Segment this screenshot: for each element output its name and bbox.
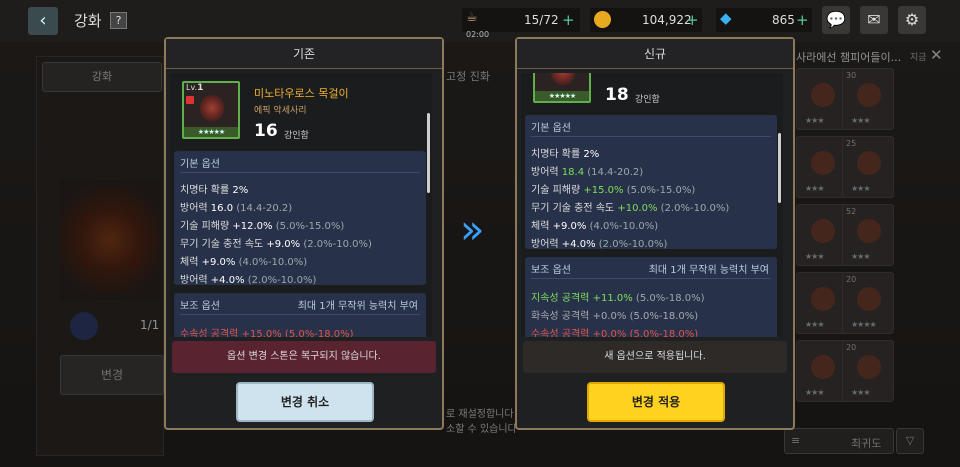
item-icon: Lv.1 ★★★★★ [182, 81, 240, 139]
option-row: 화속성 공격력 +0.0% (5.0%-18.0%) [531, 311, 699, 322]
scrollbar[interactable] [427, 113, 430, 193]
panel-title: 신규 [517, 39, 793, 69]
item-stars: ★★★★★ [535, 91, 589, 101]
warning-message: 옵션 변경 스톤은 복구되지 않습니다. [172, 341, 436, 373]
back-button[interactable]: ‹ [28, 7, 58, 35]
lock-icon [186, 96, 194, 104]
current-option-scroll[interactable]: Lv.1 ★★★★★ 미노타우로스 목걸이 에픽 악세사리 16 강인함 기본 … [170, 73, 432, 337]
option-row: 무기 기술 충전 속도 +10.0% (2.0%-10.0%) [531, 203, 730, 214]
enhance-value: 16 [254, 121, 278, 141]
chat-icon: 💬 [826, 10, 846, 29]
gold-value: 104,922 [642, 13, 692, 27]
modal-overlay [0, 42, 960, 467]
gem-icon: ◆ [720, 9, 732, 27]
sub-options: 보조 옵션 최대 1개 무작위 능력치 부여 수속성 공격력 +15.0% (5.… [174, 293, 426, 337]
coin-icon [594, 11, 611, 28]
option-row: 치명타 확률 2% [180, 185, 249, 196]
option-row: 방어력 18.4 (14.4-20.2) [531, 167, 644, 178]
option-row: 기술 피해량 +12.0% (5.0%-15.0%) [180, 221, 345, 232]
sub-options-title: 보조 옵션 최대 1개 무작위 능력치 부여 [531, 261, 771, 279]
double-chevron-right-icon: » [460, 207, 485, 253]
option-row: 방어력 16.0 (14.4-20.2) [180, 203, 293, 214]
gear-icon: ⚙ [904, 10, 920, 29]
help-button[interactable]: ? [110, 12, 127, 29]
stamina-resource: ☕ 15/72 + [462, 8, 580, 32]
chat-button[interactable]: 💬 [822, 6, 850, 34]
option-row: 체력 +9.0% (4.0%-10.0%) [180, 257, 308, 268]
enhance-label: 강인함 [284, 131, 309, 141]
page-title: 강화 [74, 12, 102, 30]
add-gem-button[interactable]: + [796, 11, 809, 29]
option-row: 지속성 공격력 +11.0% (5.0%-18.0%) [531, 293, 705, 304]
option-row: 기술 피해량 +15.0% (5.0%-15.0%) [531, 185, 696, 196]
cancel-change-button[interactable]: 변경 취소 [236, 382, 374, 422]
new-option-panel: 신규 ★★★★★ 18 강인함 기본 옵션 치명타 확률 2% 방어력 18.4… [515, 37, 795, 430]
basic-options-title: 기본 옵션 [531, 119, 771, 137]
item-icon: ★★★★★ [533, 73, 591, 103]
option-row: 방어력 +4.0% (2.0%-10.0%) [531, 239, 668, 250]
item-name: 미노타우로스 목걸이 [254, 87, 349, 100]
enhance-screen: ‹ 강화 ? ☕ 15/72 + 02:00 104,922 + ◆ 865 +… [0, 0, 960, 467]
minotaur-icon [200, 95, 224, 121]
chevron-left-icon: ‹ [39, 10, 47, 31]
option-row: 방어력 +4.0% (2.0%-10.0%) [180, 275, 317, 286]
current-option-panel: 기존 Lv.1 ★★★★★ 미노타우로스 목걸이 에픽 악세사리 16 강인함 … [164, 37, 444, 430]
apply-change-button[interactable]: 변경 적용 [587, 382, 725, 422]
option-row: 치명타 확률 2% [531, 149, 600, 160]
gold-resource: 104,922 + [590, 8, 702, 32]
add-gold-button[interactable]: + [686, 11, 699, 29]
panel-title: 기존 [166, 39, 442, 69]
coffee-icon: ☕ [466, 10, 478, 25]
mail-button[interactable]: ✉ [860, 6, 888, 34]
enhance-label: 강인함 [635, 95, 660, 105]
enhance-value: 18 [605, 85, 629, 105]
scrollbar[interactable] [778, 133, 781, 203]
stamina-timer: 02:00 [466, 30, 490, 39]
gem-value: 865 [772, 13, 795, 27]
option-row: 수속성 공격력 +15.0% (5.0%-18.0%) [180, 329, 354, 337]
info-message: 새 옵션으로 적용됩니다. [523, 341, 787, 373]
mail-icon: ✉ [867, 10, 881, 29]
minotaur-icon [551, 73, 575, 85]
gem-resource: ◆ 865 + [716, 8, 812, 32]
basic-options: 기본 옵션 치명타 확률 2% 방어력 16.0 (14.4-20.2) 기술 … [174, 151, 426, 286]
add-stamina-button[interactable]: + [562, 11, 575, 29]
item-stars: ★★★★★ [184, 127, 238, 137]
new-option-scroll[interactable]: ★★★★★ 18 강인함 기본 옵션 치명타 확률 2% 방어력 18.4 (1… [521, 73, 783, 337]
sub-options: 보조 옵션 최대 1개 무작위 능력치 부여 지속성 공격력 +11.0% (5.… [525, 257, 777, 337]
option-row: 체력 +9.0% (4.0%-10.0%) [531, 221, 659, 232]
option-row: 수속성 공격력 +0.0% (5.0%-18.0%) [531, 329, 699, 337]
sub-options-title: 보조 옵션 최대 1개 무작위 능력치 부여 [180, 297, 420, 315]
settings-button[interactable]: ⚙ [898, 6, 926, 34]
basic-options: 기본 옵션 치명타 확률 2% 방어력 18.4 (14.4-20.2) 기술 … [525, 115, 777, 250]
stamina-value: 15/72 [524, 13, 559, 27]
basic-options-title: 기본 옵션 [180, 155, 420, 173]
item-grade: 에픽 악세사리 [254, 106, 307, 116]
option-row: 무기 기술 충전 속도 +9.0% (2.0%-10.0%) [180, 239, 372, 250]
